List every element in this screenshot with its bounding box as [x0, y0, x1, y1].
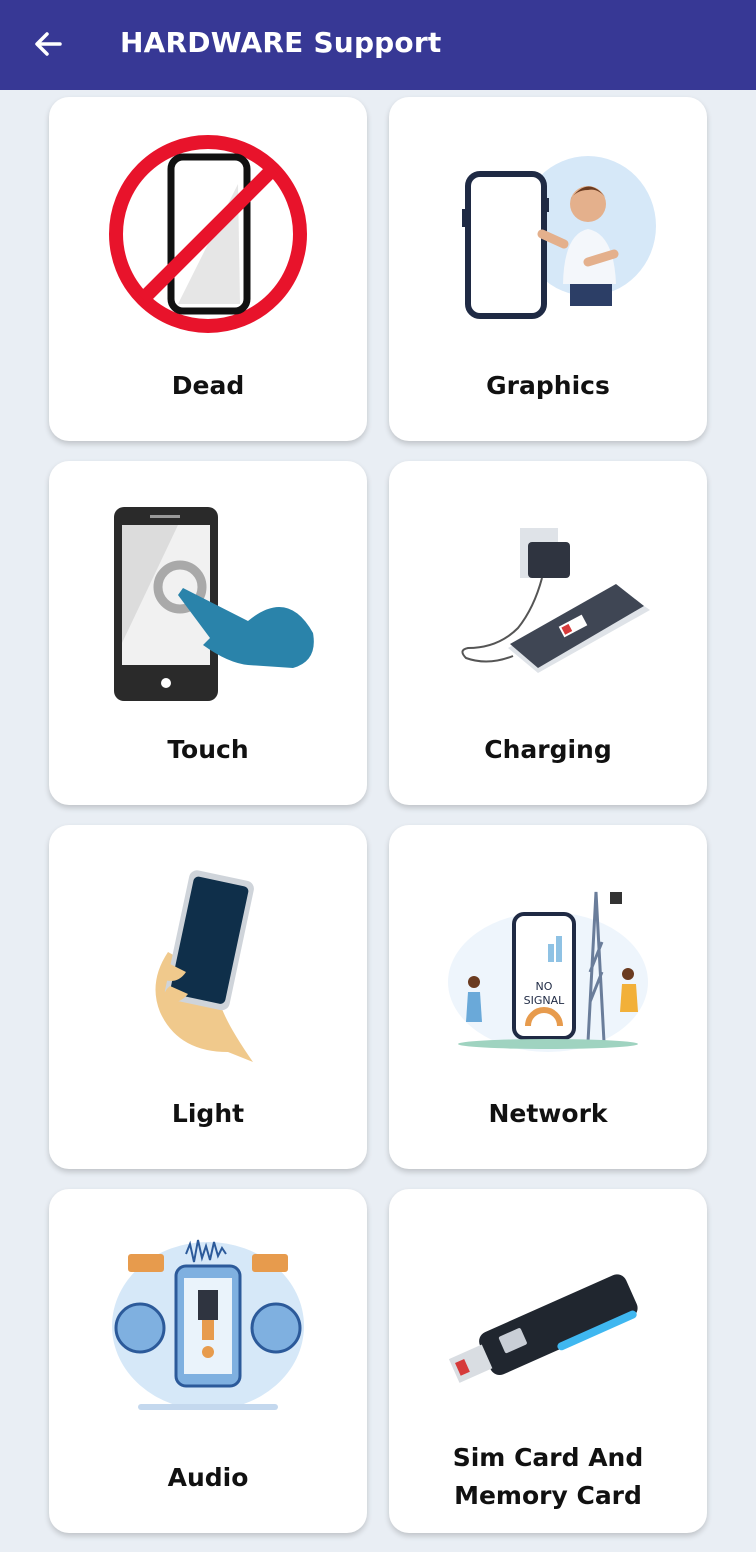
card-touch[interactable]: Touch: [49, 461, 367, 805]
card-label: Touch: [167, 735, 249, 764]
card-label: Dead: [171, 371, 245, 400]
card-sim-memory[interactable]: Sim Card And Memory Card: [389, 1189, 707, 1533]
card-audio[interactable]: Audio: [49, 1189, 367, 1533]
card-charging[interactable]: Charging: [389, 461, 707, 805]
card-label: Network: [488, 1099, 608, 1128]
card-label: Sim Card And Memory Card: [452, 1443, 644, 1510]
card-dead[interactable]: Dead: [49, 97, 367, 441]
card-network[interactable]: NO SIGNAL Network: [389, 825, 707, 1169]
light-icon: [155, 870, 254, 1062]
card-light[interactable]: Light: [49, 825, 367, 1169]
app-bar: HARDWARE Support: [0, 0, 756, 90]
audio-icon: [112, 1239, 304, 1410]
card-label: Light: [171, 1099, 245, 1128]
svg-text:NO: NO: [536, 980, 553, 993]
back-button[interactable]: [26, 22, 70, 66]
touch-icon: [114, 507, 314, 701]
arrow-left-icon: [35, 32, 62, 56]
network-icon: NO SIGNAL: [448, 891, 648, 1052]
card-label: Graphics: [486, 371, 610, 400]
sim-memory-card-icon: [448, 1274, 638, 1383]
dead-phone-icon: [109, 135, 307, 333]
category-grid: Dead Graphics Touch Charging Light NO SI…: [49, 97, 707, 1533]
svg-text:SIGNAL: SIGNAL: [524, 994, 566, 1007]
page-title: HARDWARE Support: [120, 26, 442, 59]
charging-icon: [461, 528, 650, 673]
card-graphics[interactable]: Graphics: [389, 97, 707, 441]
graphics-icon: [462, 156, 656, 319]
card-label: Audio: [167, 1463, 249, 1492]
card-label: Charging: [484, 735, 612, 764]
